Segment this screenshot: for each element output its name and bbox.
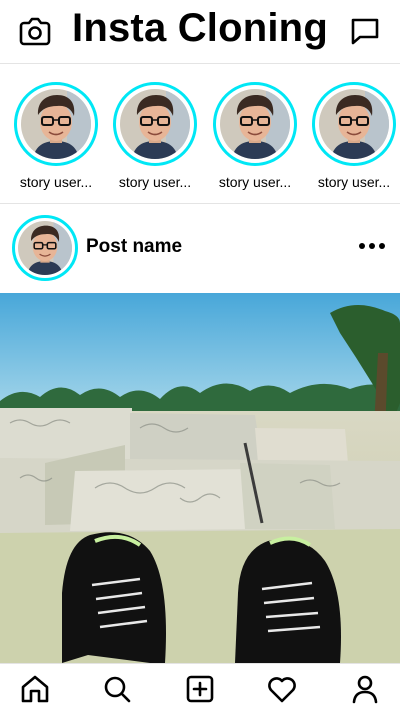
- post-author-avatar-ring[interactable]: [12, 215, 78, 281]
- app-title: Insta Cloning: [72, 6, 328, 50]
- story-avatar: [120, 89, 190, 159]
- story-ring: [213, 82, 297, 166]
- story-avatar: [21, 89, 91, 159]
- story-ring: [14, 82, 98, 166]
- heart-icon[interactable]: [266, 673, 298, 705]
- story-avatar: [319, 89, 389, 159]
- message-square-icon[interactable]: [349, 15, 381, 47]
- story-ring: [113, 82, 197, 166]
- top-bar: Insta Cloning: [0, 0, 400, 64]
- search-icon[interactable]: [101, 673, 133, 705]
- more-horizontal-icon[interactable]: [358, 239, 386, 253]
- post-image[interactable]: [0, 293, 400, 663]
- stories-bar: story user... story user... story user..…: [0, 64, 400, 204]
- story-username: story user...: [218, 174, 292, 190]
- post-name[interactable]: Post name: [86, 236, 182, 258]
- post-header: Post name: [0, 205, 400, 293]
- post-author-avatar: [18, 221, 72, 275]
- add-post-icon[interactable]: [184, 673, 216, 705]
- story-avatar: [220, 89, 290, 159]
- home-icon[interactable]: [19, 673, 51, 705]
- bottom-nav: [0, 663, 400, 710]
- story-username: story user...: [317, 174, 391, 190]
- story-username: story user...: [118, 174, 192, 190]
- story-username: story user...: [19, 174, 93, 190]
- profile-icon[interactable]: [349, 673, 381, 705]
- story-ring: [312, 82, 396, 166]
